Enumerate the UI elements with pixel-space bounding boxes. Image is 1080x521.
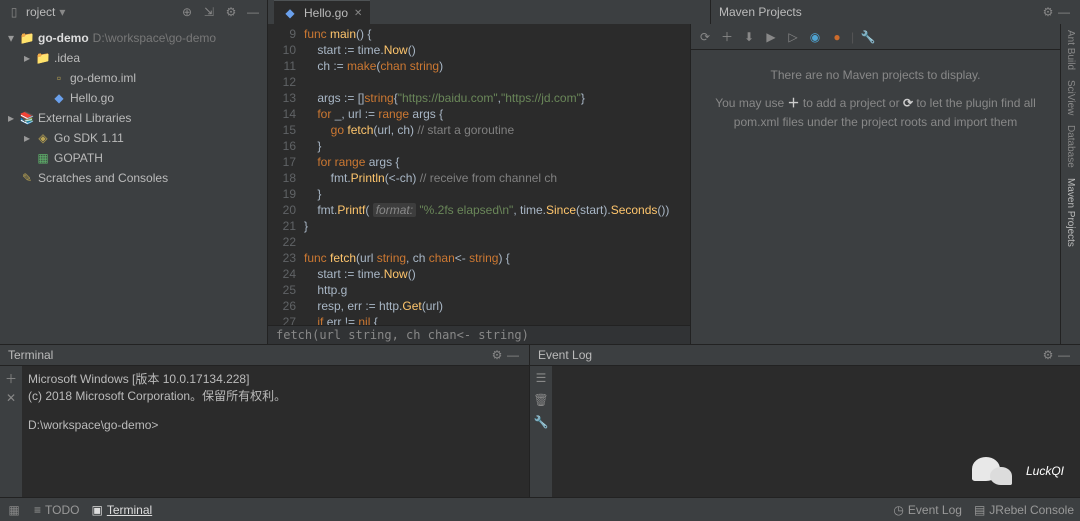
eventlog-panel: Event Log ⚙ ― ☰ 🗑 🔧 [530,344,1080,497]
project-tool-header[interactable]: ▯ roject ▾ [6,4,179,20]
refresh-icon[interactable]: ⟳ [697,29,713,45]
tree-row[interactable]: ▸◈Go SDK 1.11 [0,128,267,148]
status-bar: ▦ ≡ TODO ▣ Terminal ◷ Event Log ▤ JRebel… [0,497,1080,521]
target-icon[interactable]: ⊕ [179,4,195,20]
status-todo[interactable]: ≡ TODO [34,503,79,517]
hide-icon[interactable]: ― [1056,4,1072,20]
editor-breadcrumb[interactable]: fetch(url string, ch chan<- string) [268,325,690,344]
tab-label: Hello.go [304,6,348,20]
gear-icon[interactable]: ⚙ [223,4,239,20]
gear-icon[interactable]: ⚙ [1040,4,1056,20]
top-toolbar: ▯ roject ▾ ⊕ ⇲ ⚙ ― ◆ Hello.go ✕ Maven Pr… [0,0,1080,24]
toggle-icon[interactable]: ◉ [807,29,823,45]
terminal-title: Terminal [8,348,489,362]
tree-row[interactable]: ✎Scratches and Consoles [0,168,267,188]
eventlog-title: Event Log [538,348,1040,362]
status-terminal[interactable]: ▣ Terminal [91,503,152,517]
wrench-icon[interactable]: 🔧 [533,414,549,430]
maven-hint: You may use ＋ to add a project or ⟳ to l… [701,94,1050,131]
plus-icon[interactable]: ＋ [719,29,735,45]
chevron-down-icon: ▾ [59,5,65,19]
hide-icon[interactable]: ― [1056,347,1072,363]
status-eventlog[interactable]: ◷ Event Log [893,503,962,517]
download-icon[interactable]: ⬇ [741,29,757,45]
tree-row[interactable]: ▾📁go-demo D:\workspace\go-demo [0,28,267,48]
hide-icon[interactable]: ― [505,347,521,363]
trash-icon[interactable]: 🗑 [533,392,549,408]
right-tab-maven[interactable]: Maven Projects [1065,178,1076,247]
offline-icon[interactable]: ● [829,29,845,45]
gofile-icon: ◆ [282,5,298,21]
maven-empty-text: There are no Maven projects to display. [701,68,1050,82]
tree-row[interactable]: ▸📚External Libraries [0,108,267,128]
gear-icon[interactable]: ⚙ [489,347,505,363]
right-tab-sciview[interactable]: SciView [1065,80,1076,115]
show-tools-icon[interactable]: ▦ [6,502,22,518]
editor-tab-hello[interactable]: ◆ Hello.go ✕ [274,0,370,24]
right-tab-database[interactable]: Database [1065,125,1076,168]
terminal-panel: Terminal ⚙ ― ＋ ✕ Microsoft Windows [版本 1… [0,344,530,497]
tree-row[interactable]: ▫go-demo.iml [0,68,267,88]
maven-panel: ⟳ ＋ ⬇ ▶ ▷ ◉ ● | 🔧 There are no Maven pro… [690,24,1060,344]
terminal-output[interactable]: Microsoft Windows [版本 10.0.17134.228] (c… [22,366,292,497]
project-tree: ▾📁go-demo D:\workspace\go-demo▸📁.idea▫go… [0,24,268,344]
right-tab-ant[interactable]: Ant Build [1065,30,1076,70]
gear-icon[interactable]: ⚙ [1040,347,1056,363]
folder-icon: ▯ [6,4,22,20]
eventlog-body [552,366,1080,497]
close-icon[interactable]: ✕ [354,8,362,19]
status-jrebel[interactable]: ▤ JRebel Console [974,503,1074,517]
tree-row[interactable]: ▸📁.idea [0,48,267,68]
play-icon[interactable]: ▶ [763,29,779,45]
maven-toolbar: ⟳ ＋ ⬇ ▶ ▷ ◉ ● | 🔧 [691,24,1060,50]
close-icon[interactable]: ✕ [3,390,19,406]
tree-row[interactable]: ◆Hello.go [0,88,267,108]
filter-icon[interactable]: ☰ [533,370,549,386]
tree-row[interactable]: ▦GOPATH [0,148,267,168]
maven-title: Maven Projects [719,5,1040,19]
collapse-icon[interactable]: ⇲ [201,4,217,20]
hide-icon[interactable]: ― [245,4,261,20]
run-config-icon[interactable]: ▷ [785,29,801,45]
right-tool-stripe: Ant Build SciView Database Maven Project… [1060,24,1080,344]
plus-icon[interactable]: ＋ [3,370,19,386]
code-editor[interactable]: 9func main() {10 start := time.Now()11 c… [268,24,690,344]
wrench-icon[interactable]: 🔧 [860,29,876,45]
project-label: roject [26,5,55,19]
